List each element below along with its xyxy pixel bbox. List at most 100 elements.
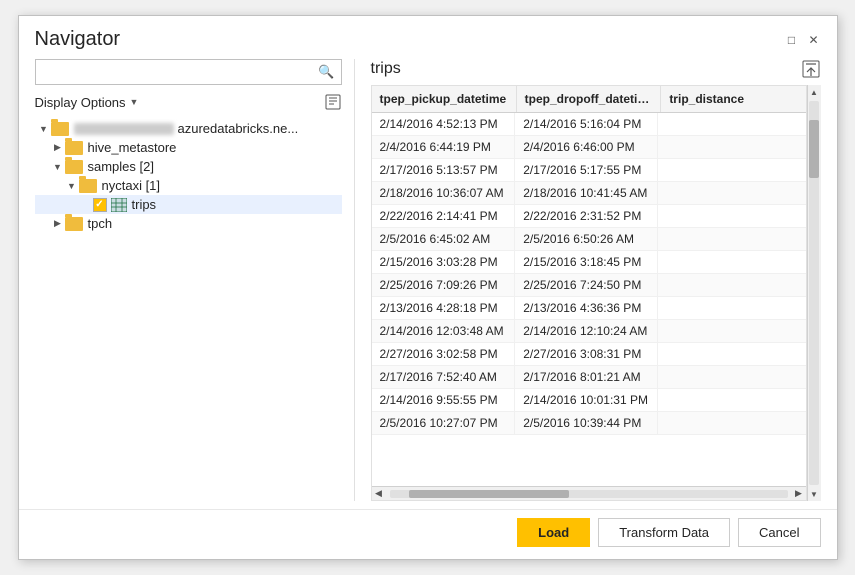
title-bar: Navigator □ ✕ (19, 16, 837, 51)
table-cell (658, 205, 806, 228)
tree-area: ▼ azuredatabricks.ne... ▶ hive_metastore… (35, 119, 342, 501)
close-button[interactable]: ✕ (807, 33, 821, 47)
search-box: 🔍 (35, 59, 342, 85)
table-cell: 2/14/2016 4:52:13 PM (372, 113, 515, 136)
tree-item-nyctaxi[interactable]: ▼ nyctaxi [1] (35, 176, 342, 195)
table-cell (658, 136, 806, 159)
table-cell (658, 343, 806, 366)
scroll-right-icon[interactable]: ▶ (792, 487, 806, 501)
table-cell (658, 366, 806, 389)
navigator-dialog: Navigator □ ✕ 🔍 Display Options ▼ (18, 15, 838, 560)
tree-item-samples[interactable]: ▼ samples [2] (35, 157, 342, 176)
table-row: 2/14/2016 9:55:55 PM2/14/2016 10:01:31 P… (372, 389, 806, 412)
table-cell: 2/13/2016 4:36:36 PM (515, 297, 658, 320)
table-row: 2/17/2016 7:52:40 AM2/17/2016 8:01:21 AM (372, 366, 806, 389)
table-cell: 2/14/2016 12:10:24 AM (515, 320, 658, 343)
vscroll-thumb (809, 120, 819, 178)
table-cell: 2/4/2016 6:46:00 PM (515, 136, 658, 159)
data-table: tpep_pickup_datetime tpep_dropoff_dateti… (372, 86, 806, 113)
dialog-title: Navigator (35, 28, 121, 51)
transform-data-button[interactable]: Transform Data (598, 518, 730, 547)
table-cell: 2/18/2016 10:36:07 AM (372, 182, 515, 205)
export-icon[interactable] (801, 59, 821, 79)
tree-item-root[interactable]: ▼ azuredatabricks.ne... (35, 119, 342, 138)
scroll-up-icon[interactable]: ▲ (807, 85, 821, 99)
horizontal-scrollbar[interactable]: ◀ ▶ (372, 486, 806, 500)
minimize-button[interactable]: □ (785, 33, 799, 47)
table-cell (658, 228, 806, 251)
col-header-distance: trip_distance (661, 86, 806, 113)
table-row: 2/5/2016 6:45:02 AM2/5/2016 6:50:26 AM (372, 228, 806, 251)
tree-item-suffix: azuredatabricks.ne... (178, 121, 299, 136)
scrollbar-track (390, 490, 788, 498)
table-cell (658, 251, 806, 274)
table-cell: 2/17/2016 7:52:40 AM (372, 366, 515, 389)
tree-item-label: samples [2] (88, 159, 154, 174)
table-row: 2/18/2016 10:36:07 AM2/18/2016 10:41:45 … (372, 182, 806, 205)
scrollbar-thumb (409, 490, 568, 498)
table-cell: 2/5/2016 10:27:07 PM (372, 412, 515, 435)
table-cell: 2/5/2016 6:45:02 AM (372, 228, 515, 251)
table-cell: 2/18/2016 10:41:45 AM (515, 182, 658, 205)
tree-item-trips[interactable]: trips (35, 195, 342, 214)
tree-arrow-icon: ▶ (51, 218, 65, 229)
table-cell: 2/22/2016 2:31:52 PM (515, 205, 658, 228)
table-cell: 2/27/2016 3:08:31 PM (515, 343, 658, 366)
tree-arrow-icon: ▼ (37, 124, 51, 134)
folder-icon (79, 179, 97, 193)
load-button[interactable]: Load (517, 518, 590, 547)
col-header-pickup: tpep_pickup_datetime (372, 86, 517, 113)
title-bar-controls: □ ✕ (785, 33, 821, 47)
cancel-button[interactable]: Cancel (738, 518, 820, 547)
table-row: 2/27/2016 3:02:58 PM2/27/2016 3:08:31 PM (372, 343, 806, 366)
table-cell: 2/25/2016 7:24:50 PM (515, 274, 658, 297)
folder-icon (65, 160, 83, 174)
table-cell: 2/17/2016 5:17:55 PM (515, 159, 658, 182)
data-table-body-wrapper[interactable]: 2/14/2016 4:52:13 PM2/14/2016 5:16:04 PM… (372, 113, 806, 486)
scroll-left-icon[interactable]: ◀ (372, 487, 386, 501)
table-row: 2/17/2016 5:13:57 PM2/17/2016 5:17:55 PM (372, 159, 806, 182)
dropdown-caret-icon: ▼ (130, 97, 139, 107)
table-title: trips (371, 60, 401, 78)
table-cell: 2/15/2016 3:03:28 PM (372, 251, 515, 274)
folder-icon (51, 122, 69, 136)
tree-item-hive-metastore[interactable]: ▶ hive_metastore (35, 138, 342, 157)
folder-icon (65, 217, 83, 231)
trips-checkbox[interactable] (93, 198, 107, 212)
display-options-label: Display Options (35, 95, 126, 110)
tree-item-label: nyctaxi [1] (102, 178, 161, 193)
left-panel: 🔍 Display Options ▼ (35, 59, 355, 501)
footer: Load Transform Data Cancel (19, 509, 837, 559)
scroll-down-icon[interactable]: ▼ (807, 487, 821, 501)
table-cell: 2/27/2016 3:02:58 PM (372, 343, 515, 366)
table-row: 2/5/2016 10:27:07 PM2/5/2016 10:39:44 PM (372, 412, 806, 435)
table-cell (658, 412, 806, 435)
table-row: 2/22/2016 2:14:41 PM2/22/2016 2:31:52 PM (372, 205, 806, 228)
table-cell (658, 274, 806, 297)
table-cell: 2/5/2016 10:39:44 PM (515, 412, 658, 435)
tree-arrow-icon: ▼ (51, 162, 65, 172)
display-options-row: Display Options ▼ (35, 93, 342, 111)
table-cell: 2/14/2016 5:16:04 PM (515, 113, 658, 136)
table-row: 2/15/2016 3:03:28 PM2/15/2016 3:18:45 PM (372, 251, 806, 274)
folder-icon (65, 141, 83, 155)
table-row: 2/25/2016 7:09:26 PM2/25/2016 7:24:50 PM (372, 274, 806, 297)
tree-item-tpch[interactable]: ▶ tpch (35, 214, 342, 233)
table-cell: 2/4/2016 6:44:19 PM (372, 136, 515, 159)
content-area: 🔍 Display Options ▼ (19, 51, 837, 509)
col-header-dropoff: tpep_dropoff_datetime (516, 86, 661, 113)
table-cell: 2/25/2016 7:09:26 PM (372, 274, 515, 297)
display-options-button[interactable]: Display Options ▼ (35, 95, 139, 110)
table-cell: 2/14/2016 9:55:55 PM (372, 389, 515, 412)
table-icon (111, 198, 127, 212)
table-cell: 2/13/2016 4:28:18 PM (372, 297, 515, 320)
tree-arrow-icon: ▼ (65, 181, 79, 191)
table-cell: 2/14/2016 10:01:31 PM (515, 389, 658, 412)
right-panel: trips tpep_pickup_date (355, 59, 821, 501)
table-cell (658, 182, 806, 205)
table-cell: 2/17/2016 8:01:21 AM (515, 366, 658, 389)
search-input[interactable] (42, 65, 319, 80)
vertical-scrollbar[interactable]: ▲ ▼ (807, 85, 821, 501)
data-table-body: 2/14/2016 4:52:13 PM2/14/2016 5:16:04 PM… (372, 113, 806, 435)
refresh-icon[interactable] (324, 93, 342, 111)
